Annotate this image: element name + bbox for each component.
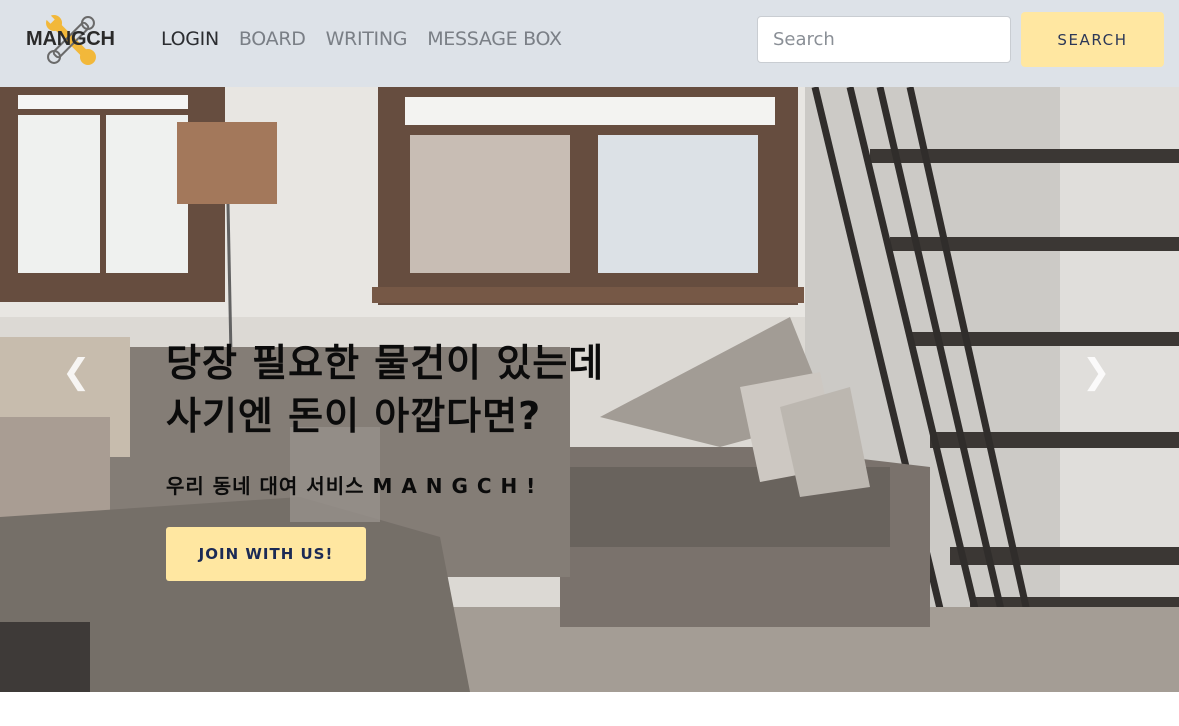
chevron-left-icon[interactable]: ❮ bbox=[62, 355, 91, 389]
join-button[interactable]: JOIN WITH US! bbox=[166, 527, 366, 581]
search-input[interactable] bbox=[757, 16, 1011, 63]
headline-line-1: 당장 필요한 물건이 있는데 bbox=[166, 341, 605, 385]
nav-message-box[interactable]: MESSAGE BOX bbox=[427, 28, 562, 50]
hero-carousel: ❮ ❯ 당장 필요한 물건이 있는데 사기엔 돈이 아깝다면? 우리 동네 대여… bbox=[0, 87, 1179, 692]
logo-text: MANGCH bbox=[26, 28, 115, 50]
hero-subline: 우리 동네 대여 서비스 M A N G C H ! bbox=[166, 474, 537, 498]
brand-logo[interactable]: MANGCH bbox=[24, 10, 116, 70]
navbar: MANGCH LOGIN BOARD WRITING MESSAGE BOX S… bbox=[0, 0, 1179, 87]
chevron-right-icon[interactable]: ❯ bbox=[1082, 355, 1111, 389]
search-button[interactable]: SEARCH bbox=[1021, 12, 1164, 67]
main-nav: LOGIN BOARD WRITING MESSAGE BOX bbox=[161, 28, 582, 50]
nav-writing[interactable]: WRITING bbox=[326, 28, 408, 50]
hero-headline: 당장 필요한 물건이 있는데 사기엔 돈이 아깝다면? bbox=[166, 337, 786, 443]
headline-line-2: 사기엔 돈이 아깝다면? bbox=[166, 394, 542, 438]
nav-board[interactable]: BOARD bbox=[239, 28, 306, 50]
nav-login[interactable]: LOGIN bbox=[161, 28, 219, 50]
